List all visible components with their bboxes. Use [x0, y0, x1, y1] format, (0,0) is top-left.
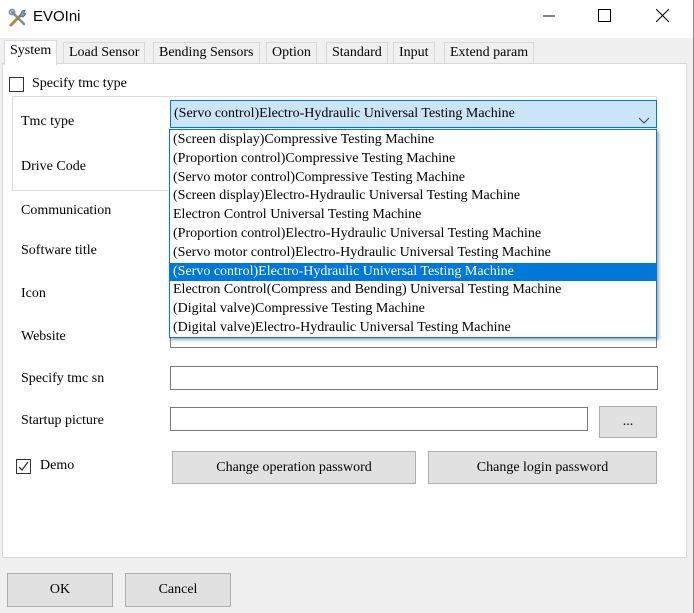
- demo-label: Demo: [40, 458, 75, 473]
- tools-icon: [8, 8, 28, 28]
- dropdown-option[interactable]: (Servo motor control)Electro-Hydraulic U…: [170, 244, 656, 263]
- dropdown-option[interactable]: (Servo motor control)Compressive Testing…: [170, 169, 656, 188]
- tab-bending-sensors[interactable]: Bending Sensors: [153, 42, 260, 64]
- specify-tmc-type-checkbox[interactable]: [9, 77, 24, 92]
- dropdown-option-selected[interactable]: (Servo control)Electro-Hydraulic Univers…: [170, 262, 656, 282]
- tab-standard[interactable]: Standard: [326, 42, 388, 64]
- maximize-button[interactable]: [575, 0, 633, 36]
- tmc-type-combobox[interactable]: (Servo control)Electro-Hydraulic Univers…: [170, 100, 657, 128]
- change-login-password-button[interactable]: Change login password: [428, 451, 657, 484]
- software-title-label: Software title: [21, 243, 97, 258]
- drive-code-label: Drive Code: [21, 159, 86, 174]
- dropdown-option[interactable]: Electron Control Universal Testing Machi…: [170, 206, 656, 225]
- close-button[interactable]: [633, 0, 691, 36]
- tab-extend-param[interactable]: Extend param: [444, 42, 535, 64]
- tab-system[interactable]: System: [4, 40, 58, 65]
- specify-tmc-sn-field[interactable]: [170, 366, 658, 390]
- title-bar: EVOIni: [0, 0, 694, 38]
- ok-button[interactable]: OK: [7, 573, 113, 607]
- window-title: EVOIni: [33, 8, 81, 25]
- cancel-button[interactable]: Cancel: [125, 573, 231, 607]
- icon-label: Icon: [21, 286, 46, 301]
- dropdown-option[interactable]: (Proportion control)Electro-Hydraulic Un…: [170, 225, 656, 244]
- chevron-down-icon: [638, 109, 650, 124]
- startup-picture-label: Startup picture: [21, 413, 104, 428]
- startup-picture-field[interactable]: [170, 407, 588, 431]
- minimize-icon: [543, 10, 555, 27]
- dropdown-option[interactable]: (Digital valve)Compressive Testing Machi…: [170, 300, 656, 319]
- dropdown-option[interactable]: (Screen display)Electro-Hydraulic Univer…: [170, 187, 656, 206]
- specify-tmc-sn-label: Specify tmc sn: [21, 371, 105, 386]
- dropdown-option[interactable]: (Digital valve)Electro-Hydraulic Univers…: [170, 319, 656, 338]
- change-operation-password-button[interactable]: Change operation password: [172, 451, 416, 484]
- tmc-type-value: (Servo control)Electro-Hydraulic Univers…: [174, 106, 515, 121]
- maximize-icon: [597, 9, 611, 27]
- tab-input[interactable]: Input: [393, 42, 435, 64]
- dropdown-option[interactable]: (Proportion control)Compressive Testing …: [170, 150, 656, 169]
- browse-startup-picture-button[interactable]: ...: [599, 406, 657, 438]
- dropdown-option[interactable]: Electron Control(Compress and Bending) U…: [170, 281, 656, 300]
- demo-checkbox[interactable]: [16, 459, 31, 474]
- tmc-type-label: Tmc type: [21, 114, 75, 129]
- minimize-button[interactable]: [520, 0, 578, 36]
- tab-load-sensor[interactable]: Load Sensor: [63, 42, 146, 64]
- dropdown-option[interactable]: (Screen display)Compressive Testing Mach…: [170, 131, 656, 150]
- tmc-type-dropdown-list: (Screen display)Compressive Testing Mach…: [169, 129, 657, 338]
- close-icon: [655, 8, 669, 27]
- specify-tmc-type-label: Specify tmc type: [32, 76, 127, 91]
- tab-option[interactable]: Option: [266, 42, 317, 64]
- communication-label: Communication: [21, 203, 112, 218]
- website-label: Website: [21, 329, 66, 344]
